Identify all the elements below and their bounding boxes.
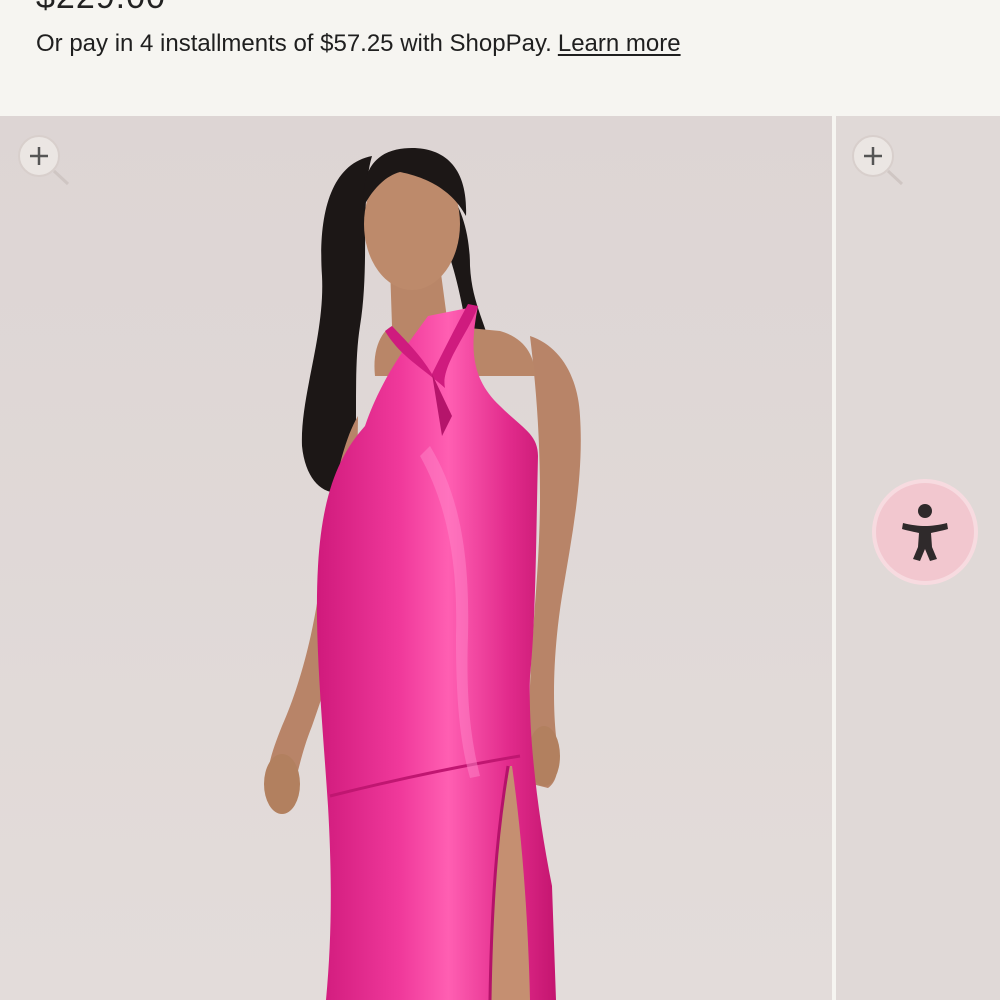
price-section: $229.00 Or pay in 4 installments of $57.… bbox=[0, 0, 1000, 116]
installments-line: Or pay in 4 installments of $57.25 with … bbox=[36, 30, 681, 58]
product-image-main[interactable] bbox=[0, 116, 832, 1000]
accessibility-button[interactable] bbox=[876, 483, 974, 581]
product-image-gallery[interactable] bbox=[0, 116, 1000, 1000]
learn-more-link[interactable]: Learn more bbox=[558, 30, 681, 57]
installments-text: Or pay in 4 installments of $57.25 with … bbox=[36, 30, 552, 57]
accessibility-person-icon bbox=[902, 504, 948, 561]
zoom-in-icon[interactable] bbox=[16, 134, 70, 186]
product-price: $229.00 bbox=[36, 0, 166, 17]
product-page: $229.00 Or pay in 4 installments of $57.… bbox=[0, 0, 1000, 1000]
zoom-in-icon[interactable] bbox=[850, 134, 904, 186]
model-photo bbox=[0, 116, 832, 1000]
